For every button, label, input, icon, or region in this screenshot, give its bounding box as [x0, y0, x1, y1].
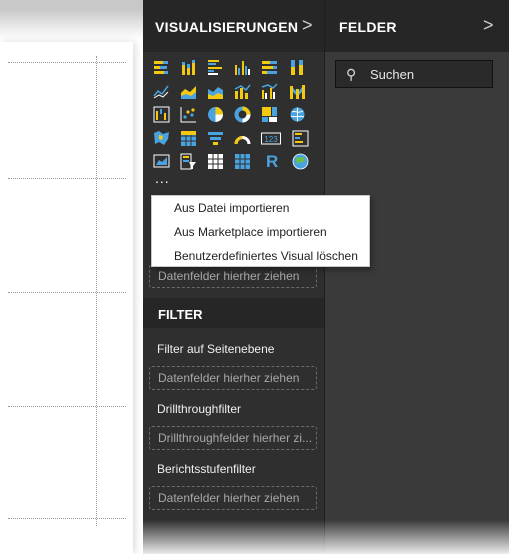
svg-text:123: 123 [264, 135, 278, 144]
bottom-fade [143, 520, 509, 554]
values-dropzone[interactable]: Datenfelder hierher ziehen [149, 264, 317, 288]
collapse-fields-chevron-icon[interactable]: > [483, 15, 494, 36]
waterfall-icon[interactable] [153, 106, 170, 123]
svg-text:R: R [266, 152, 278, 171]
matrix-icon[interactable] [234, 153, 251, 170]
report-canvas[interactable] [0, 42, 133, 554]
line-column-icon[interactable] [234, 83, 251, 100]
100-stacked-bar-icon[interactable] [261, 59, 278, 76]
clustered-column-icon[interactable] [234, 59, 251, 76]
grid-line [8, 292, 126, 293]
drillthrough-dropzone[interactable]: Drillthroughfelder hierher zi... [149, 426, 317, 450]
funnel-icon[interactable] [207, 130, 224, 147]
donut-icon[interactable] [234, 106, 251, 123]
grid-line [8, 62, 126, 63]
fields-header: FELDER > [325, 0, 509, 52]
page-level-filter-label: Filter auf Seitenebene [157, 342, 275, 356]
line-chart-icon[interactable] [153, 83, 170, 100]
100-stacked-column-icon[interactable] [289, 59, 306, 76]
filled-map-icon[interactable] [153, 130, 170, 147]
kpi-icon[interactable] [153, 153, 170, 170]
globe-icon[interactable] [292, 153, 309, 170]
area-chart-icon[interactable] [180, 83, 197, 100]
grid-line [8, 178, 126, 179]
search-placeholder: Suchen [370, 67, 415, 82]
visualizations-title: VISUALISIERUNGEN [155, 19, 299, 35]
pie-icon[interactable] [207, 106, 224, 123]
dropzone-text: Datenfelder hierher ziehen [158, 269, 300, 283]
dropzone-text: Datenfelder hierher ziehen [158, 491, 300, 505]
pane-divider[interactable] [324, 0, 325, 554]
drillthrough-filter-label: Drillthroughfilter [157, 402, 242, 416]
page-level-dropzone[interactable]: Datenfelder hierher ziehen [149, 366, 317, 390]
dropzone-text: Drillthroughfelder hierher zi... [158, 431, 313, 445]
fields-search-box[interactable]: ⚲ Suchen [335, 60, 493, 88]
scatter-icon[interactable] [180, 106, 197, 123]
stacked-area-icon[interactable] [207, 83, 224, 100]
table-matrix-icon[interactable] [180, 130, 197, 147]
multi-row-card-icon[interactable] [292, 130, 309, 147]
report-level-filter-label: Berichtsstufenfilter [157, 462, 256, 476]
canvas-backdrop [0, 9, 143, 39]
map-icon[interactable] [289, 106, 306, 123]
treemap-icon[interactable] [261, 106, 278, 123]
menu-item-delete-custom-visual[interactable]: Benutzerdefiniertes Visual löschen [174, 249, 358, 263]
line-clustered-column-icon[interactable] [261, 83, 278, 100]
search-icon: ⚲ [346, 66, 357, 82]
grid-line [8, 406, 126, 407]
ribbon-chart-icon[interactable] [289, 83, 306, 100]
visualizations-header: VISUALISIERUNGEN > [143, 0, 324, 52]
more-visuals-ellipsis[interactable]: ... [155, 170, 170, 186]
fields-title: FELDER [339, 19, 397, 35]
grid-line [8, 518, 126, 519]
card-icon[interactable]: 123 [261, 130, 281, 147]
report-level-dropzone[interactable]: Datenfelder hierher ziehen [149, 486, 317, 510]
menu-item-import-from-file[interactable]: Aus Datei importieren [174, 201, 289, 215]
stacked-column-icon[interactable] [180, 59, 197, 76]
import-context-menu: Aus Datei importieren Aus Marketplace im… [151, 195, 370, 267]
dropzone-text: Datenfelder hierher ziehen [158, 371, 300, 385]
clustered-bar-icon[interactable] [207, 59, 224, 76]
table-icon[interactable] [207, 153, 224, 170]
grid-line-vertical [96, 56, 97, 526]
filter-header: FILTER [143, 298, 324, 328]
gauge-icon[interactable] [234, 130, 251, 147]
slicer-icon[interactable] [180, 153, 197, 170]
r-visual-icon[interactable]: R [264, 151, 281, 171]
canvas-top-bar [0, 0, 143, 9]
stacked-bar-icon[interactable] [153, 59, 170, 76]
filter-title: FILTER [158, 307, 203, 322]
menu-item-import-from-marketplace[interactable]: Aus Marketplace importieren [174, 225, 327, 239]
collapse-visualizations-chevron-icon[interactable]: > [302, 15, 313, 36]
